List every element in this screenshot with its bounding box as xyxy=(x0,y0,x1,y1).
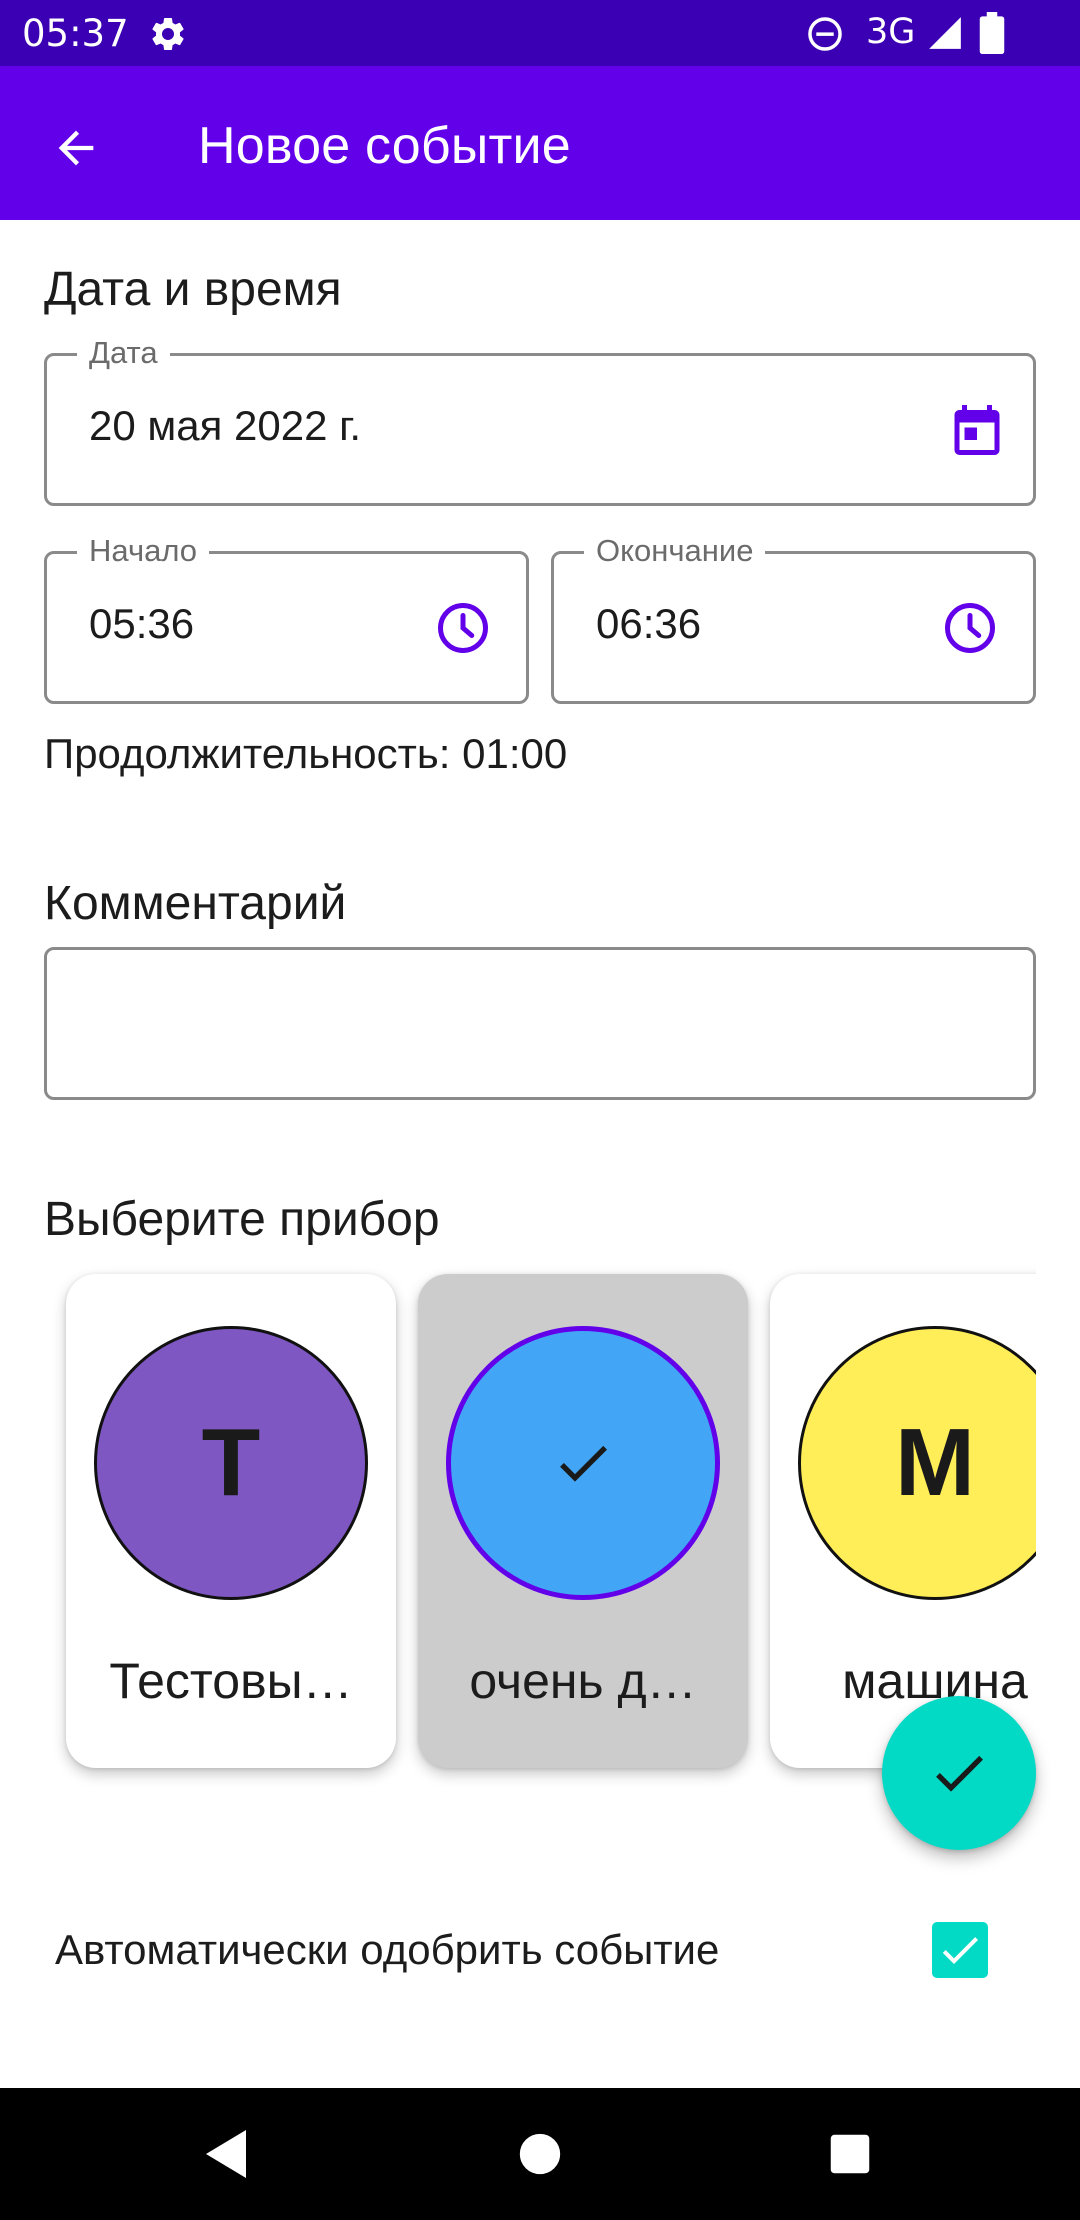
calendar-icon[interactable] xyxy=(947,400,1007,460)
date-field-value: 20 мая 2022 г. xyxy=(89,402,361,449)
device-card-test[interactable]: T Тестовы… xyxy=(66,1274,396,1768)
gear-icon xyxy=(152,17,184,50)
device-avatar xyxy=(446,1326,720,1600)
nav-recents-button[interactable] xyxy=(810,2116,890,2192)
battery-icon xyxy=(979,12,1005,54)
back-button[interactable] xyxy=(40,112,112,184)
device-name: машина xyxy=(842,1653,1028,1709)
signal-icon xyxy=(929,17,961,49)
back-triangle-icon xyxy=(206,2130,246,2178)
device-card-machine[interactable]: M машина xyxy=(770,1274,1036,1768)
check-icon xyxy=(560,1445,607,1482)
end-time-label: Окончание xyxy=(584,534,766,568)
start-time-field[interactable]: Начало 05:36 xyxy=(44,534,529,704)
clock-icon[interactable] xyxy=(433,598,493,658)
checkbox-check-icon xyxy=(942,1937,978,1964)
device-name: Тестовы… xyxy=(109,1653,353,1709)
nav-home-button[interactable] xyxy=(500,2116,580,2192)
duration-text: Продолжительность: 01:00 xyxy=(44,730,568,777)
device-initial: T xyxy=(201,1409,261,1516)
start-time-label: Начало xyxy=(77,534,210,568)
end-time-value: 06:36 xyxy=(596,600,702,647)
check-icon xyxy=(936,1755,983,1792)
status-bar: 05:37 3G xyxy=(0,0,1080,66)
device-initial: M xyxy=(895,1409,975,1516)
comment-heading: Комментарий xyxy=(44,877,347,930)
date-field[interactable]: Дата 20 мая 2022 г. xyxy=(44,336,1036,506)
device-carousel[interactable]: T Тестовы… очень д… M машина xyxy=(44,1262,1036,1802)
auto-approve-label: Автоматически одобрить событие xyxy=(55,1926,720,1973)
network-type: 3G xyxy=(866,12,916,52)
device-name: очень д… xyxy=(469,1653,697,1709)
recents-square-icon xyxy=(830,2134,870,2174)
nav-back-button[interactable] xyxy=(186,2116,266,2192)
comment-input[interactable] xyxy=(44,947,1036,1100)
status-time: 05:37 xyxy=(22,12,129,55)
start-time-value: 05:36 xyxy=(89,600,195,647)
device-card-selected[interactable]: очень д… xyxy=(418,1274,748,1768)
date-field-label: Дата xyxy=(77,336,170,370)
device-avatar: M xyxy=(798,1326,1036,1600)
arrow-back-icon xyxy=(58,130,94,166)
clock-icon[interactable] xyxy=(940,598,1000,658)
save-fab[interactable] xyxy=(882,1696,1036,1850)
end-time-field[interactable]: Окончание 06:36 xyxy=(551,534,1036,704)
page-title: Новое событие xyxy=(198,117,571,175)
device-heading: Выберите прибор xyxy=(44,1193,440,1246)
home-circle-icon xyxy=(519,2133,561,2175)
app-bar: Новое событие xyxy=(0,66,1080,220)
navigation-bar xyxy=(0,2088,1080,2220)
device-avatar: T xyxy=(94,1326,368,1600)
screen: 05:37 3G Новое событие Дата и время Дата… xyxy=(0,0,1080,2220)
auto-approve-checkbox[interactable] xyxy=(932,1922,988,1978)
do-not-disturb-icon xyxy=(808,17,842,51)
date-time-heading: Дата и время xyxy=(44,263,342,316)
